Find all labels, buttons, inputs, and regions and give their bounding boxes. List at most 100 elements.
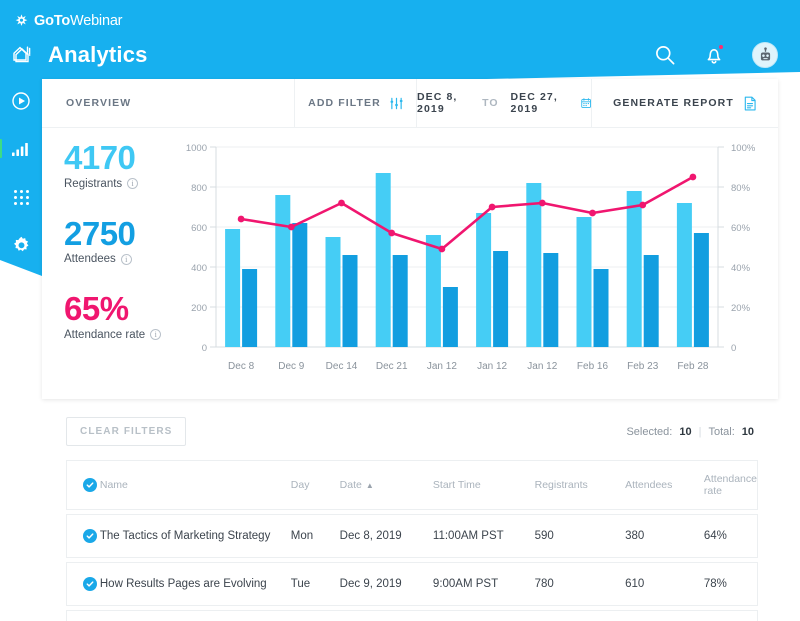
svg-text:400: 400 xyxy=(191,263,207,274)
cell-attendance-rate: 64% xyxy=(703,514,758,558)
select-all-cell xyxy=(66,460,100,510)
page-title: Analytics xyxy=(48,42,148,67)
select-all-checkbox[interactable] xyxy=(83,478,97,492)
cell-date: Dec 9, 2019 xyxy=(339,562,433,606)
svg-text:800: 800 xyxy=(191,183,207,194)
header-actions xyxy=(654,42,778,68)
date-range-picker[interactable]: DEC 8, 2019 TO DEC 27, 2019 xyxy=(416,79,591,127)
analytics-dashboard: GoToWebinar Analytics OVERVIEW ADD FILTE… xyxy=(0,0,800,621)
cell-name: Instagram Influencer Engagement xyxy=(99,610,291,621)
row-checkbox[interactable] xyxy=(83,577,97,591)
generate-report-label: GENERATE REPORT xyxy=(613,97,734,109)
selected-count: 10 xyxy=(679,425,692,438)
total-label: Total: xyxy=(708,425,735,438)
analytics-chart: 1000 100% 800 80% 600 60% 400 40% 200 20% 0 0 Dec 8 D… xyxy=(170,137,770,387)
info-icon[interactable]: i xyxy=(120,253,132,265)
svg-text:80%: 80% xyxy=(731,183,751,194)
counts-divider: | xyxy=(698,425,702,438)
avatar[interactable] xyxy=(752,42,778,68)
cell-date: Dec 8, 2019 xyxy=(339,514,433,558)
info-icon[interactable]: i xyxy=(150,329,162,341)
cell-start-time: 9:00AM PST xyxy=(432,562,535,606)
svg-text:Dec 21: Dec 21 xyxy=(376,361,408,372)
card-toolbar: OVERVIEW ADD FILTER DEC 8, 2019 TO DEC 2… xyxy=(42,79,778,128)
svg-text:Feb 28: Feb 28 xyxy=(677,361,709,372)
kpi-attendance-rate-label: Attendance rate xyxy=(64,328,146,341)
add-filter-button[interactable]: ADD FILTER xyxy=(294,79,416,127)
sidebar-item-apps[interactable] xyxy=(8,184,34,210)
info-icon[interactable]: i xyxy=(127,178,139,190)
svg-text:200: 200 xyxy=(191,303,207,314)
check-icon xyxy=(86,482,94,488)
column-header-attendance-rate[interactable]: Attendance rate xyxy=(703,460,758,510)
logo-text: GoToWebinar xyxy=(34,13,123,29)
notification-badge-dot xyxy=(718,44,724,50)
column-header-day[interactable]: Day xyxy=(290,460,340,510)
date-range-from: DEC 8, 2019 xyxy=(417,91,458,115)
breadcrumb-home-icon[interactable] xyxy=(14,46,34,64)
check-icon xyxy=(86,581,94,587)
column-header-registrants[interactable]: Registrants xyxy=(534,460,626,510)
sidebar-item-settings[interactable] xyxy=(8,232,34,258)
column-header-date[interactable]: Date ▲ xyxy=(339,460,433,510)
cell-start-time: 2:00PM PST xyxy=(432,610,535,621)
cell-registrants: 590 xyxy=(534,514,626,558)
cell-attendees: 430 xyxy=(625,610,704,621)
app-logo[interactable]: GoToWebinar xyxy=(14,11,123,31)
sessions-section: CLEAR FILTERS Selected: 10 | Total: 10 N… xyxy=(42,399,778,621)
cell-attendance-rate: 76% xyxy=(703,610,758,621)
svg-text:1000: 1000 xyxy=(186,143,207,154)
svg-text:Dec 9: Dec 9 xyxy=(278,361,305,372)
table-header-row: Name Day Date ▲ Start Time Registrants At… xyxy=(66,460,758,510)
sidebar-item-video[interactable] xyxy=(8,88,34,114)
svg-text:60%: 60% xyxy=(731,223,751,234)
kpi-registrants-label: Registrants xyxy=(64,177,123,190)
svg-text:600: 600 xyxy=(191,223,207,234)
sessions-table: Name Day Date ▲ Start Time Registrants At… xyxy=(66,456,758,621)
gotowebinar-mark-icon xyxy=(15,13,28,26)
tab-overview[interactable]: OVERVIEW xyxy=(42,79,294,127)
date-range-to-label: TO xyxy=(482,97,499,109)
row-checkbox[interactable] xyxy=(83,529,97,543)
logo-text-light: Webinar xyxy=(69,13,123,29)
sidebar-nav xyxy=(0,40,42,258)
svg-text:Jan 12: Jan 12 xyxy=(527,361,557,372)
combo-bar-line-chart: 1000 100% 800 80% 600 60% 400 40% 200 20% 0 0 Dec 8 D… xyxy=(186,143,756,372)
column-header-start-time[interactable]: Start Time xyxy=(432,460,535,510)
generate-report-button[interactable]: GENERATE REPORT xyxy=(591,79,778,127)
cell-name: The Tactics of Marketing Strategy xyxy=(99,514,291,558)
cell-day: Tue xyxy=(290,562,340,606)
search-icon[interactable] xyxy=(654,44,676,66)
table-row[interactable]: The Tactics of Marketing Strategy Mon Dec … xyxy=(66,514,758,558)
column-header-attendees[interactable]: Attendees xyxy=(625,460,704,510)
check-icon xyxy=(86,533,94,539)
table-row[interactable]: How Results Pages are Evolving Tue Dec 9, … xyxy=(66,562,758,606)
filter-bar: CLEAR FILTERS Selected: 10 | Total: 10 xyxy=(42,399,778,456)
cell-registrants: 780 xyxy=(534,562,626,606)
kpi-attendees-label: Attendees xyxy=(64,253,116,266)
svg-text:Dec 8: Dec 8 xyxy=(228,361,255,372)
cell-attendees: 380 xyxy=(625,514,704,558)
table-head: Name Day Date ▲ Start Time Registrants At… xyxy=(66,460,758,510)
column-header-name[interactable]: Name xyxy=(99,460,291,510)
svg-text:0: 0 xyxy=(202,343,207,354)
svg-text:20%: 20% xyxy=(731,303,751,314)
cell-attendees: 610 xyxy=(625,562,704,606)
svg-text:40%: 40% xyxy=(731,263,751,274)
clear-filters-button[interactable]: CLEAR FILTERS xyxy=(66,417,187,446)
date-range-to: DEC 27, 2019 xyxy=(510,91,558,115)
logo-text-bold: GoTo xyxy=(34,13,70,29)
cell-name: How Results Pages are Evolving xyxy=(99,562,291,606)
sidebar-item-analytics[interactable] xyxy=(0,136,34,162)
cell-start-time: 11:00AM PST xyxy=(432,514,535,558)
table-body: The Tactics of Marketing Strategy Mon Dec … xyxy=(66,514,758,621)
notifications-button[interactable] xyxy=(703,44,725,66)
svg-text:Feb 23: Feb 23 xyxy=(627,361,659,372)
cell-registrants: 560 xyxy=(534,610,626,621)
filter-sliders-icon xyxy=(390,97,403,109)
row-select-cell xyxy=(66,562,100,606)
tab-overview-label: OVERVIEW xyxy=(66,97,132,109)
table-row[interactable]: Instagram Influencer EngagementFriDec 14… xyxy=(66,610,758,621)
svg-text:Feb 16: Feb 16 xyxy=(577,361,609,372)
report-document-icon xyxy=(744,96,756,110)
